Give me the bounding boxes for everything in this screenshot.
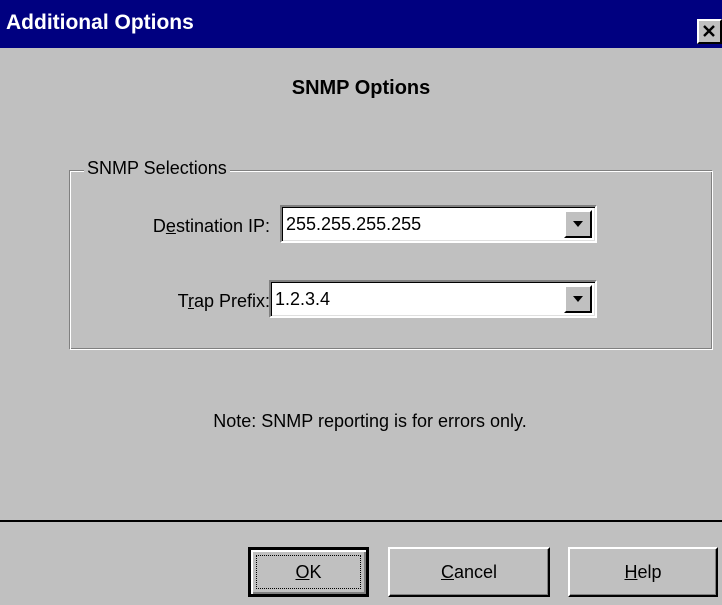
destination-ip-value[interactable]: 255.255.255.255 xyxy=(286,213,421,235)
ok-button[interactable]: OK xyxy=(248,547,369,597)
separator xyxy=(0,520,722,522)
cancel-button[interactable]: Cancel xyxy=(388,547,550,597)
trap-prefix-value[interactable]: 1.2.3.4 xyxy=(275,288,330,310)
destination-ip-label: Destination IP: xyxy=(152,216,270,236)
destination-ip-combobox[interactable]: 255.255.255.255 xyxy=(280,205,597,243)
trap-prefix-combobox[interactable]: 1.2.3.4 xyxy=(269,280,597,318)
trap-prefix-label: Trap Prefix: xyxy=(177,291,270,311)
close-button[interactable] xyxy=(697,19,722,44)
chevron-down-icon xyxy=(573,296,583,302)
chevron-down-icon xyxy=(573,221,583,227)
destination-ip-dropdown-button[interactable] xyxy=(564,210,592,238)
note-text: Note: SNMP reporting is for errors only. xyxy=(213,411,527,431)
additional-options-dialog: Additional Options SNMP Options SNMP Sel… xyxy=(0,0,722,605)
window-title: Additional Options xyxy=(6,11,194,34)
close-icon xyxy=(703,25,715,37)
dialog-heading: SNMP Options xyxy=(291,77,431,99)
trap-prefix-dropdown-button[interactable] xyxy=(564,285,592,313)
snmp-selections-group xyxy=(69,170,713,350)
title-bar[interactable]: Additional Options xyxy=(0,0,722,48)
help-button[interactable]: Help xyxy=(568,547,718,597)
group-legend: SNMP Selections xyxy=(84,157,230,179)
